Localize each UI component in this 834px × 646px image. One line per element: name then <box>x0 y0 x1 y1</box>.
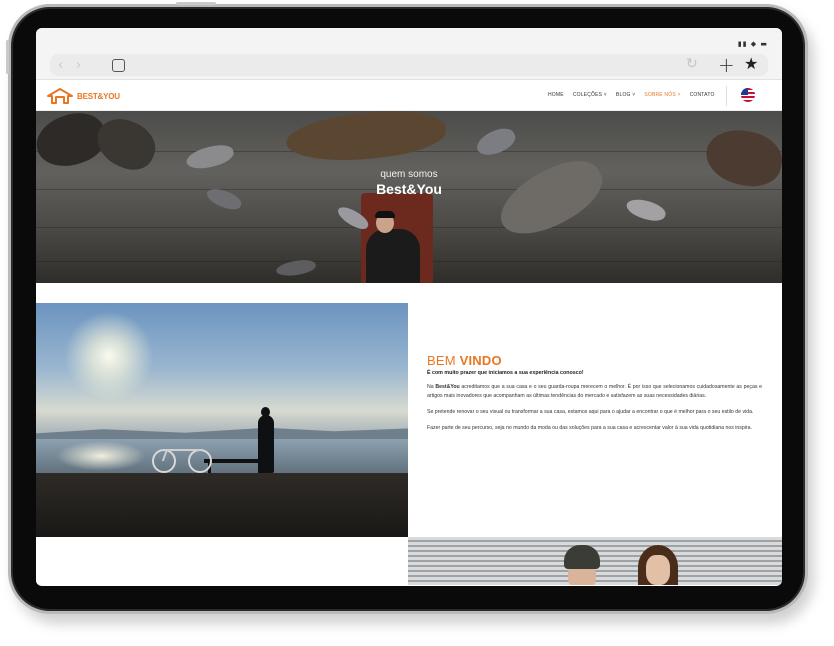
welcome-paragraph-3: Fazer parte de seu percurso, seja no mun… <box>427 425 752 431</box>
hills <box>36 427 408 439</box>
browser-toolbar: ‹ › ↻ + ★ <box>36 50 782 80</box>
tabs-icon[interactable] <box>112 59 125 72</box>
sun-glow <box>64 311 154 401</box>
logo-text: BEST&YOU <box>77 91 120 101</box>
pigeon <box>473 123 519 161</box>
brand-name: Best&You <box>435 384 460 390</box>
paragraph-rest: acreditamos que a sua casa e o seu guard… <box>427 384 762 399</box>
back-arrow-icon[interactable]: ‹ <box>58 58 63 73</box>
welcome-heading-bold: VINDO <box>459 353 502 368</box>
ground <box>36 473 408 537</box>
site-logo[interactable]: BEST&YOU <box>46 87 120 105</box>
models-photo <box>408 537 782 585</box>
welcome-paragraph-1: Na Best&You acreditamos que a sua casa e… <box>427 383 762 401</box>
welcome-heading-light: BEM <box>427 353 460 368</box>
menu-item-colecoes[interactable]: COLEÇÕES ˅ <box>573 92 607 98</box>
status-icons: ▮▮ ◆ ▬ <box>737 40 768 48</box>
pigeon <box>489 147 613 249</box>
reload-icon[interactable]: ↻ <box>686 56 698 72</box>
welcome-text: BEM VINDO É com muito prazer que iniciam… <box>427 353 762 433</box>
hero-title: Best&You <box>376 181 442 197</box>
seated-man <box>366 229 420 283</box>
status-bar: ▮▮ ◆ ▬ <box>36 28 782 50</box>
power-button <box>176 2 216 5</box>
site-header: BEST&YOU HOME COLEÇÕES ˅ BLOG ˅ SOBRE NÓ… <box>36 80 782 111</box>
pigeon <box>284 111 448 168</box>
menu-item-home[interactable]: HOME <box>548 92 564 98</box>
hero-subtitle: quem somos <box>380 169 438 180</box>
seaside-photo <box>36 303 408 537</box>
new-tab-plus-icon[interactable]: + <box>718 53 735 77</box>
hero-banner: quem somos Best&You <box>36 111 782 283</box>
main-menu: HOME COLEÇÕES ˅ BLOG ˅ SOBRE NÓS ˅ CONTA… <box>548 92 715 98</box>
forward-arrow-icon[interactable]: › <box>76 58 81 73</box>
welcome-intro: É com muito prazer que iniciamos a sua e… <box>427 370 584 376</box>
water-glare <box>56 441 146 471</box>
about-section: BEM VINDO É com muito prazer que iniciam… <box>36 283 782 585</box>
menu-item-contato[interactable]: CONTATO <box>690 92 715 98</box>
beanie-hat <box>564 545 600 569</box>
man-cap <box>375 211 395 218</box>
menu-divider <box>726 86 727 106</box>
tablet-screen: ▮▮ ◆ ▬ ‹ › ↻ + ★ BEST&YOU HOME COLEÇÕES … <box>36 28 782 586</box>
us-flag-icon[interactable] <box>741 88 755 102</box>
bookmark-star-icon[interactable]: ★ <box>744 54 758 73</box>
volume-button <box>6 40 9 74</box>
welcome-heading: BEM VINDO <box>427 353 762 368</box>
bench <box>204 459 264 463</box>
pigeon <box>624 196 668 224</box>
person-silhouette <box>258 415 274 473</box>
menu-item-sobre-nos[interactable]: SOBRE NÓS ˅ <box>644 92 680 98</box>
bicycle-frame <box>161 449 203 461</box>
address-bar[interactable]: ‹ › ↻ + ★ <box>50 53 768 77</box>
house-logo-icon <box>47 88 73 104</box>
model-face <box>646 555 670 585</box>
welcome-paragraph-2: Se pretende renovar o seu visual ou tran… <box>427 409 754 415</box>
menu-item-blog[interactable]: BLOG ˅ <box>616 92 635 98</box>
